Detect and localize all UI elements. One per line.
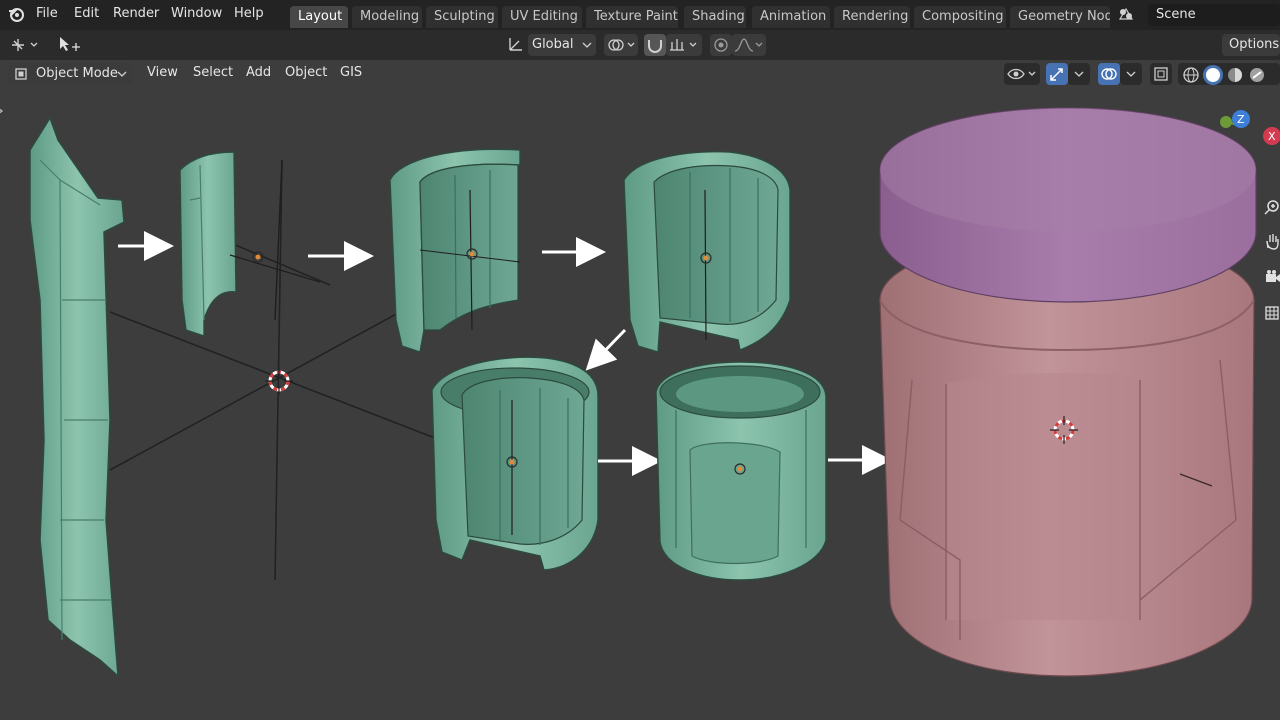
snap-target-dropdown[interactable] — [666, 34, 702, 56]
3d-viewport[interactable] — [0, 88, 1280, 720]
tab-uv-editing[interactable]: UV Editing — [502, 6, 582, 28]
tool-header: Global Options — [0, 30, 1280, 60]
options-button[interactable]: Options — [1222, 34, 1280, 56]
visibility-dropdown[interactable] — [1004, 63, 1040, 85]
tab-layout[interactable]: Layout — [290, 6, 348, 28]
tab-sculpting[interactable]: Sculpting — [426, 6, 498, 28]
menu-render[interactable]: Render — [113, 6, 159, 21]
pivot-point-dropdown[interactable] — [604, 34, 638, 56]
scene-icon[interactable] — [1116, 5, 1136, 25]
gizmo-x-label: X — [1268, 130, 1276, 143]
menu-select[interactable]: Select — [193, 65, 233, 80]
menu-object[interactable]: Object — [285, 65, 327, 80]
tab-shading[interactable]: Shading — [684, 6, 746, 28]
overlays-toggle[interactable] — [1098, 63, 1120, 85]
toolbar-expand-icon[interactable] — [0, 104, 6, 124]
rendered-shading-icon[interactable] — [1247, 65, 1267, 85]
gizmo-z-label: Z — [1237, 113, 1245, 126]
transform-orientation-icon — [506, 35, 526, 55]
mode-label: Object Mode — [36, 66, 118, 81]
gizmo-dropdown[interactable] — [1068, 63, 1090, 85]
mesh-final-jar — [879, 107, 1257, 677]
overlays-dropdown[interactable] — [1120, 63, 1142, 85]
wireframe-shading-icon[interactable] — [1181, 65, 1201, 85]
tab-rendering[interactable]: Rendering — [834, 6, 910, 28]
perspective-grid-icon[interactable] — [1262, 304, 1280, 324]
transform-orientation-label: Global — [532, 37, 574, 52]
menu-file[interactable]: File — [36, 6, 58, 21]
editor-type-button[interactable] — [6, 34, 42, 56]
proportional-falloff-dropdown[interactable] — [732, 34, 766, 56]
xray-toggle[interactable] — [1150, 63, 1172, 85]
tab-geometry-nodes[interactable]: Geometry Nod — [1010, 6, 1110, 28]
select-tool-icon[interactable] — [58, 35, 80, 55]
mesh-near-full-cylinder — [431, 356, 599, 571]
menu-window[interactable]: Window — [171, 6, 222, 21]
mode-dropdown[interactable]: Object Mode — [8, 63, 132, 85]
proportional-editing-toggle[interactable] — [710, 34, 732, 56]
tab-modeling[interactable]: Modeling — [352, 6, 422, 28]
material-shading-icon[interactable] — [1225, 65, 1245, 85]
blender-logo-icon[interactable] — [6, 5, 26, 25]
tab-compositing[interactable]: Compositing — [914, 6, 1006, 28]
pan-hand-icon[interactable] — [1262, 232, 1280, 252]
tab-texture-paint[interactable]: Texture Paint — [586, 6, 678, 28]
zoom-icon[interactable] — [1262, 198, 1280, 218]
menu-edit[interactable]: Edit — [74, 6, 99, 21]
tab-animation[interactable]: Animation — [752, 6, 830, 28]
camera-view-icon[interactable] — [1262, 268, 1280, 288]
gizmo-toggle[interactable] — [1046, 63, 1068, 85]
scene-name-field[interactable]: Scene — [1148, 4, 1280, 26]
solid-shading-icon[interactable] — [1203, 65, 1223, 85]
mesh-partial-cylinder — [623, 151, 791, 353]
menu-help[interactable]: Help — [234, 6, 264, 21]
object-mode-icon — [15, 68, 27, 80]
menu-view[interactable]: View — [147, 65, 178, 80]
transform-orientation-dropdown[interactable]: Global — [528, 34, 596, 56]
snap-toggle[interactable] — [644, 34, 666, 56]
top-bar: File Edit Render Window Help Layout Mode… — [0, 0, 1280, 30]
menu-gis[interactable]: GIS — [340, 65, 362, 80]
navigation-gizmo[interactable]: Z X — [1210, 104, 1280, 164]
menu-add[interactable]: Add — [246, 65, 271, 80]
